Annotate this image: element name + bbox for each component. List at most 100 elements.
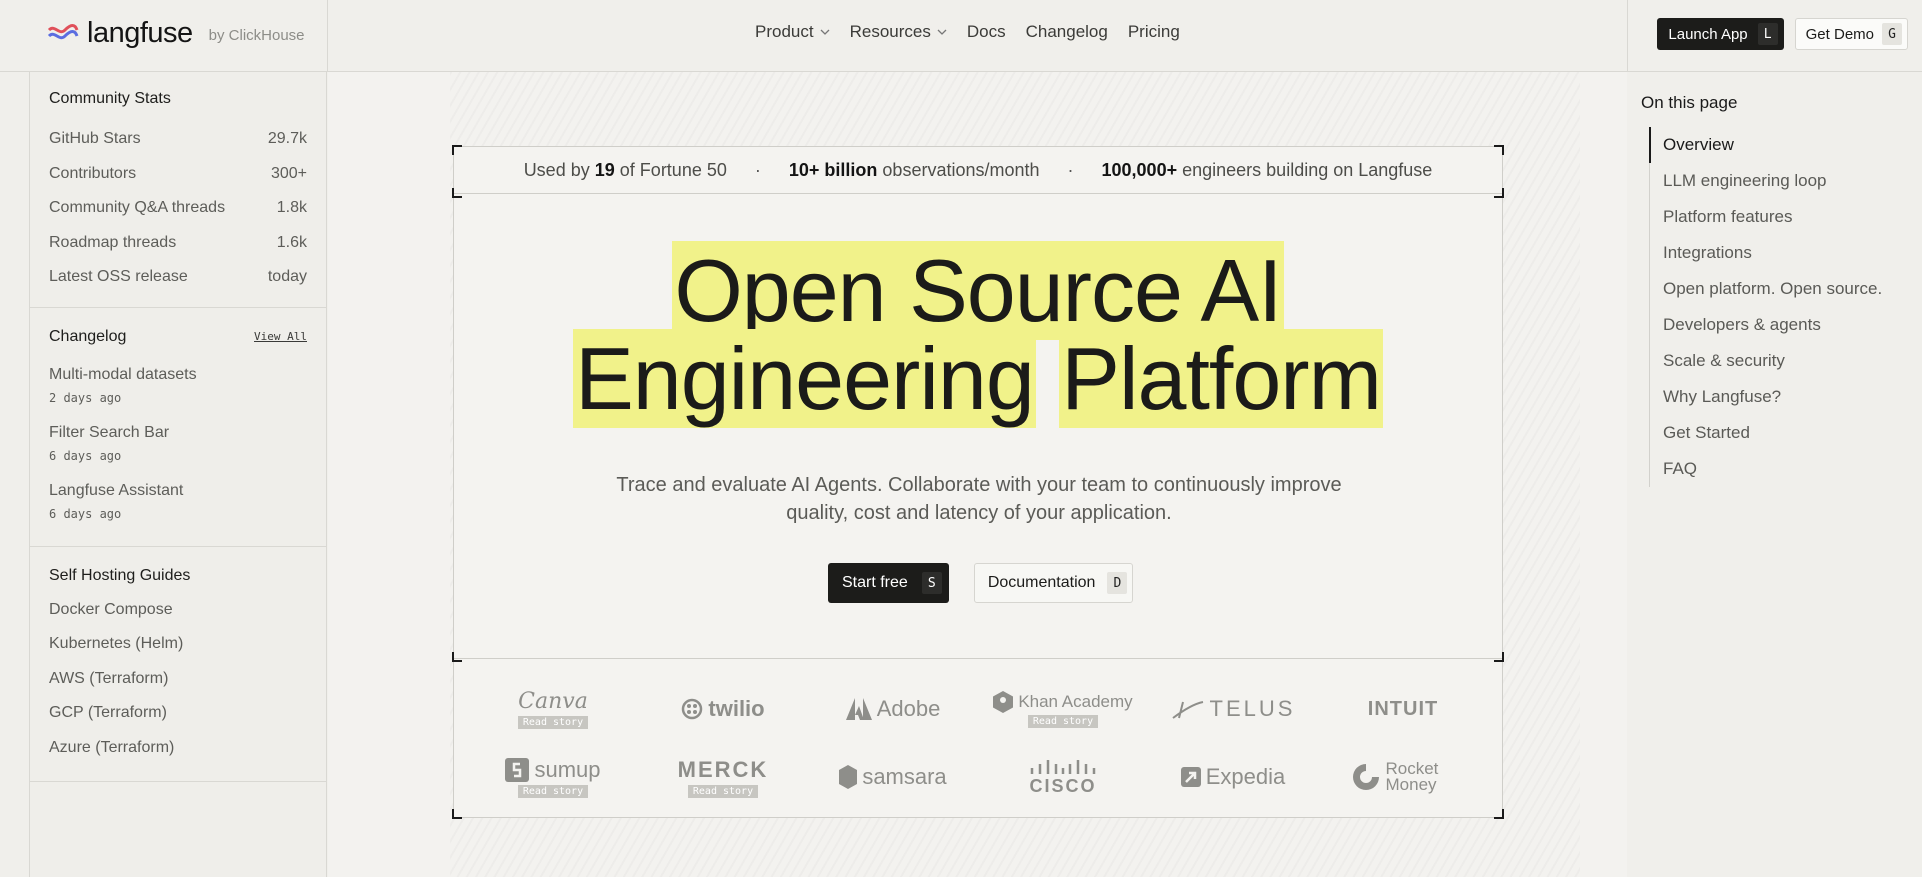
hero-title-line2a: Engineering [573,329,1036,428]
guide-link[interactable]: Docker Compose [49,593,307,628]
twilio-icon [682,698,703,720]
nav-docs[interactable]: Docs [967,22,1006,42]
chevron-down-icon [820,29,830,35]
stat-label: GitHub Stars [49,130,141,148]
brand-logo[interactable]: langfuse by ClickHouse [47,16,305,50]
guide-link[interactable]: AWS (Terraform) [49,662,307,697]
customer-logo-cisco[interactable]: CISCO [978,743,1148,811]
read-story-badge[interactable]: Read story [517,784,589,798]
stat-observations-count: 10+ billion [788,159,878,180]
toc-item-why-langfuse[interactable]: Why Langfuse? [1650,379,1882,415]
rocket-money-icon [1352,764,1379,790]
stat-label: Community Q&A threads [49,199,226,217]
khan-academy-logo: Khan Academy [993,690,1133,713]
khan-academy-name: Khan Academy [1018,691,1133,711]
customer-logos: Canva Read story twilio Adobe Khan Acade… [454,659,1502,819]
rocket-money-name: Rocket Money [1385,759,1439,794]
nav-changelog[interactable]: Changelog [1026,22,1108,42]
guide-link[interactable]: Azure (Terraform) [49,731,307,766]
changelog-item-date: 6 days ago [49,448,122,463]
changelog-item-title: Multi-modal datasets [49,365,197,383]
brand-name: langfuse [87,16,193,49]
guide-link[interactable]: GCP (Terraform) [49,696,307,731]
changelog-view-all-link[interactable]: View All [254,330,307,343]
stat-engineers: 100,000+ engineers building on Langfuse [1102,160,1433,181]
top-navbar: langfuse by ClickHouse Product Resources… [0,0,1922,72]
twilio-name: twilio [708,696,765,721]
customer-logo-canva[interactable]: Canva Read story [468,675,638,743]
customer-logo-adobe[interactable]: Adobe [808,675,978,743]
hero-frame: Used by 19 of Fortune 50 · 10+ billion o… [452,145,1504,819]
changelog-item[interactable]: Multi-modal datasets 2 days ago [49,366,307,405]
stat-value: 300+ [270,164,307,182]
toc-item-overview[interactable]: Overview [1649,127,1882,163]
toc-item-platform-features[interactable]: Platform features [1650,199,1882,235]
changelog-item-date: 2 days ago [49,390,122,405]
toc-item-integrations[interactable]: Integrations [1650,235,1882,271]
customer-logo-rocket-money[interactable]: Rocket Money [1318,743,1488,811]
launch-app-button[interactable]: Launch App L [1657,18,1784,50]
stat-row[interactable]: GitHub Stars 29.7k [49,122,307,157]
stat-observations-post: observations/month [882,159,1040,180]
hero-subtitle: Trace and evaluate AI Agents. Collaborat… [616,474,1342,524]
stat-row[interactable]: Contributors 300+ [49,157,307,192]
customer-logo-intuit[interactable]: INTUIT [1318,675,1488,743]
changelog-item[interactable]: Filter Search Bar 6 days ago [49,424,307,463]
customer-logo-expedia[interactable]: Expedia [1148,743,1318,811]
telus-logo: TELUS [1171,696,1296,722]
samsara-name: samsara [862,764,947,789]
toc-item-faq[interactable]: FAQ [1650,451,1882,487]
toc-item-get-started[interactable]: Get Started [1650,415,1882,451]
documentation-button[interactable]: Documentation D [973,563,1134,603]
community-stats-title: Community Stats [49,90,171,107]
customer-logo-samsara[interactable]: samsara [808,743,978,811]
changelog-title-row: Changelog View All [49,328,307,346]
toc-item-open-platform[interactable]: Open platform. Open source. [1650,271,1882,307]
stat-row[interactable]: Community Q&A threads 1.8k [49,191,307,226]
sumup-icon [505,757,530,782]
changelog-item-title: Filter Search Bar [49,423,170,441]
langfuse-logo-icon [47,24,79,40]
main-nav: Product Resources Docs Changelog Pricing [755,22,1180,42]
get-demo-button[interactable]: Get Demo G [1794,18,1908,50]
guide-link[interactable]: Kubernetes (Helm) [49,627,307,662]
customer-logo-twilio[interactable]: twilio [638,675,808,743]
customer-logo-sumup[interactable]: sumup Read story [468,743,638,811]
toc-item-developers-agents[interactable]: Developers & agents [1650,307,1882,343]
expedia-icon [1180,767,1201,787]
canva-logo: Canva [518,689,588,714]
changelog-item[interactable]: Langfuse Assistant 6 days ago [49,482,307,521]
twilio-logo: twilio [681,696,765,722]
stat-value: 29.7k [267,130,307,148]
documentation-label: Documentation [987,574,1096,591]
toc-item-llm-engineering-loop[interactable]: LLM engineering loop [1650,163,1882,199]
documentation-shortcut: D [1107,572,1128,594]
sumup-logo: sumup [505,756,601,783]
stat-row[interactable]: Latest OSS release today [49,260,307,295]
read-story-badge[interactable]: Read story [687,784,759,798]
cisco-bars-icon [1030,759,1096,774]
stat-engineers-count: 100,000+ [1101,159,1178,180]
left-sidebar: Community Stats GitHub Stars 29.7k Contr… [29,72,327,877]
customer-logo-merck[interactable]: MERCK Read story [638,743,808,811]
customer-logo-telus[interactable]: TELUS [1148,675,1318,743]
toc-item-scale-security[interactable]: Scale & security [1650,343,1882,379]
hero-title-line2b: Platform [1059,329,1383,428]
nav-pricing[interactable]: Pricing [1128,22,1180,42]
adobe-icon [845,698,872,720]
customer-logo-khan-academy[interactable]: Khan Academy Read story [978,675,1148,743]
stat-fortune-post: of Fortune 50 [619,159,727,180]
start-free-button[interactable]: Start free S [828,563,949,603]
stat-fortune: Used by 19 of Fortune 50 [524,160,727,181]
read-story-badge[interactable]: Read story [1027,714,1099,728]
nav-product[interactable]: Product [755,22,830,42]
launch-app-shortcut: L [1757,23,1778,45]
read-story-badge[interactable]: Read story [517,716,589,729]
table-of-contents: On this page Overview LLM engineering lo… [1628,72,1922,877]
launch-app-label: Launch App [1668,25,1748,43]
stat-row[interactable]: Roadmap threads 1.6k [49,226,307,261]
stat-observations: 10+ billion observations/month [789,160,1040,181]
sumup-name: sumup [534,756,601,782]
nav-resources[interactable]: Resources [850,22,947,42]
get-demo-label: Get Demo [1805,25,1874,43]
